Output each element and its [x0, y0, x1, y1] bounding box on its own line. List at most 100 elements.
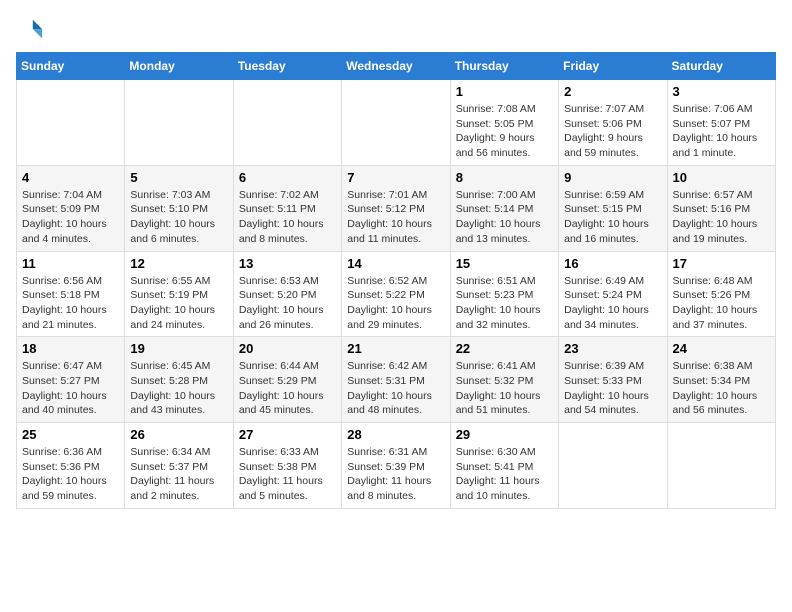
calendar-cell: 7 Sunrise: 7:01 AMSunset: 5:12 PMDaylight… [342, 165, 450, 251]
calendar-cell: 21 Sunrise: 6:42 AMSunset: 5:31 PMDayligh… [342, 337, 450, 423]
day-number: 8 [456, 170, 553, 185]
day-info: Sunrise: 7:08 AMSunset: 5:05 PMDaylight:… [456, 102, 553, 161]
day-info: Sunrise: 6:56 AMSunset: 5:18 PMDaylight:… [22, 274, 119, 333]
week-row-3: 18 Sunrise: 6:47 AMSunset: 5:27 PMDayligh… [17, 337, 776, 423]
day-info: Sunrise: 7:03 AMSunset: 5:10 PMDaylight:… [130, 188, 227, 247]
week-row-2: 11 Sunrise: 6:56 AMSunset: 5:18 PMDayligh… [17, 251, 776, 337]
day-info: Sunrise: 7:00 AMSunset: 5:14 PMDaylight:… [456, 188, 553, 247]
week-row-0: 1 Sunrise: 7:08 AMSunset: 5:05 PMDaylight… [17, 80, 776, 166]
day-info: Sunrise: 6:45 AMSunset: 5:28 PMDaylight:… [130, 359, 227, 418]
weekday-header-friday: Friday [559, 53, 667, 80]
calendar-cell [233, 80, 341, 166]
day-info: Sunrise: 6:57 AMSunset: 5:16 PMDaylight:… [673, 188, 770, 247]
calendar-cell: 12 Sunrise: 6:55 AMSunset: 5:19 PMDayligh… [125, 251, 233, 337]
calendar-cell: 10 Sunrise: 6:57 AMSunset: 5:16 PMDayligh… [667, 165, 775, 251]
day-number: 3 [673, 84, 770, 99]
day-info: Sunrise: 6:44 AMSunset: 5:29 PMDaylight:… [239, 359, 336, 418]
calendar-cell: 11 Sunrise: 6:56 AMSunset: 5:18 PMDayligh… [17, 251, 125, 337]
day-number: 10 [673, 170, 770, 185]
day-number: 13 [239, 256, 336, 271]
calendar-cell: 28 Sunrise: 6:31 AMSunset: 5:39 PMDayligh… [342, 423, 450, 509]
weekday-header-saturday: Saturday [667, 53, 775, 80]
day-number: 14 [347, 256, 444, 271]
day-info: Sunrise: 7:01 AMSunset: 5:12 PMDaylight:… [347, 188, 444, 247]
day-number: 15 [456, 256, 553, 271]
day-number: 6 [239, 170, 336, 185]
day-info: Sunrise: 7:02 AMSunset: 5:11 PMDaylight:… [239, 188, 336, 247]
day-number: 27 [239, 427, 336, 442]
calendar-cell: 5 Sunrise: 7:03 AMSunset: 5:10 PMDaylight… [125, 165, 233, 251]
weekday-header-tuesday: Tuesday [233, 53, 341, 80]
day-info: Sunrise: 6:47 AMSunset: 5:27 PMDaylight:… [22, 359, 119, 418]
calendar-cell: 20 Sunrise: 6:44 AMSunset: 5:29 PMDayligh… [233, 337, 341, 423]
day-info: Sunrise: 6:38 AMSunset: 5:34 PMDaylight:… [673, 359, 770, 418]
calendar-table: SundayMondayTuesdayWednesdayThursdayFrid… [16, 52, 776, 509]
calendar-cell: 19 Sunrise: 6:45 AMSunset: 5:28 PMDayligh… [125, 337, 233, 423]
calendar-cell: 16 Sunrise: 6:49 AMSunset: 5:24 PMDayligh… [559, 251, 667, 337]
day-number: 4 [22, 170, 119, 185]
day-number: 11 [22, 256, 119, 271]
day-info: Sunrise: 6:59 AMSunset: 5:15 PMDaylight:… [564, 188, 661, 247]
page-header [16, 16, 776, 44]
day-info: Sunrise: 6:30 AMSunset: 5:41 PMDaylight:… [456, 445, 553, 504]
calendar-cell: 6 Sunrise: 7:02 AMSunset: 5:11 PMDaylight… [233, 165, 341, 251]
calendar-cell: 4 Sunrise: 7:04 AMSunset: 5:09 PMDaylight… [17, 165, 125, 251]
day-info: Sunrise: 6:36 AMSunset: 5:36 PMDaylight:… [22, 445, 119, 504]
calendar-cell: 13Sunrise: 6:53 AMSunset: 5:20 PMDayligh… [233, 251, 341, 337]
day-number: 21 [347, 341, 444, 356]
weekday-header-wednesday: Wednesday [342, 53, 450, 80]
day-info: Sunrise: 6:41 AMSunset: 5:32 PMDaylight:… [456, 359, 553, 418]
day-number: 24 [673, 341, 770, 356]
calendar-cell [559, 423, 667, 509]
calendar-cell: 18 Sunrise: 6:47 AMSunset: 5:27 PMDayligh… [17, 337, 125, 423]
calendar-cell: 15Sunrise: 6:51 AMSunset: 5:23 PMDayligh… [450, 251, 558, 337]
day-info: Sunrise: 6:34 AMSunset: 5:37 PMDaylight:… [130, 445, 227, 504]
logo-icon [16, 16, 44, 44]
day-info: Sunrise: 6:48 AMSunset: 5:26 PMDaylight:… [673, 274, 770, 333]
day-info: Sunrise: 6:33 AMSunset: 5:38 PMDaylight:… [239, 445, 336, 504]
day-number: 26 [130, 427, 227, 442]
calendar-cell [667, 423, 775, 509]
calendar-cell: 29 Sunrise: 6:30 AMSunset: 5:41 PMDayligh… [450, 423, 558, 509]
logo [16, 16, 48, 44]
calendar-cell [17, 80, 125, 166]
day-number: 22 [456, 341, 553, 356]
week-row-4: 25 Sunrise: 6:36 AMSunset: 5:36 PMDayligh… [17, 423, 776, 509]
day-info: Sunrise: 7:07 AMSunset: 5:06 PMDaylight:… [564, 102, 661, 161]
day-info: Sunrise: 7:06 AMSunset: 5:07 PMDaylight:… [673, 102, 770, 161]
calendar-cell: 25 Sunrise: 6:36 AMSunset: 5:36 PMDayligh… [17, 423, 125, 509]
day-info: Sunrise: 6:55 AMSunset: 5:19 PMDaylight:… [130, 274, 227, 333]
day-number: 9 [564, 170, 661, 185]
weekday-header-row: SundayMondayTuesdayWednesdayThursdayFrid… [17, 53, 776, 80]
weekday-header-sunday: Sunday [17, 53, 125, 80]
day-number: 28 [347, 427, 444, 442]
day-number: 20 [239, 341, 336, 356]
day-number: 7 [347, 170, 444, 185]
day-number: 16 [564, 256, 661, 271]
calendar-cell [125, 80, 233, 166]
calendar-cell: 17Sunrise: 6:48 AMSunset: 5:26 PMDayligh… [667, 251, 775, 337]
calendar-cell: 22 Sunrise: 6:41 AMSunset: 5:32 PMDayligh… [450, 337, 558, 423]
calendar-cell: 1 Sunrise: 7:08 AMSunset: 5:05 PMDaylight… [450, 80, 558, 166]
day-info: Sunrise: 6:52 AMSunset: 5:22 PMDaylight:… [347, 274, 444, 333]
day-info: Sunrise: 6:49 AMSunset: 5:24 PMDaylight:… [564, 274, 661, 333]
day-number: 19 [130, 341, 227, 356]
day-info: Sunrise: 6:39 AMSunset: 5:33 PMDaylight:… [564, 359, 661, 418]
calendar-cell: 24 Sunrise: 6:38 AMSunset: 5:34 PMDayligh… [667, 337, 775, 423]
day-number: 18 [22, 341, 119, 356]
weekday-header-thursday: Thursday [450, 53, 558, 80]
day-info: Sunrise: 7:04 AMSunset: 5:09 PMDaylight:… [22, 188, 119, 247]
day-number: 5 [130, 170, 227, 185]
day-info: Sunrise: 6:42 AMSunset: 5:31 PMDaylight:… [347, 359, 444, 418]
day-number: 1 [456, 84, 553, 99]
calendar-cell: 26 Sunrise: 6:34 AMSunset: 5:37 PMDayligh… [125, 423, 233, 509]
day-number: 29 [456, 427, 553, 442]
calendar-cell: 23 Sunrise: 6:39 AMSunset: 5:33 PMDayligh… [559, 337, 667, 423]
calendar-cell: 14 Sunrise: 6:52 AMSunset: 5:22 PMDayligh… [342, 251, 450, 337]
calendar-cell: 2Sunrise: 7:07 AMSunset: 5:06 PMDaylight… [559, 80, 667, 166]
day-number: 23 [564, 341, 661, 356]
calendar-cell: 9 Sunrise: 6:59 AMSunset: 5:15 PMDaylight… [559, 165, 667, 251]
day-info: Sunrise: 6:31 AMSunset: 5:39 PMDaylight:… [347, 445, 444, 504]
day-number: 12 [130, 256, 227, 271]
day-number: 25 [22, 427, 119, 442]
